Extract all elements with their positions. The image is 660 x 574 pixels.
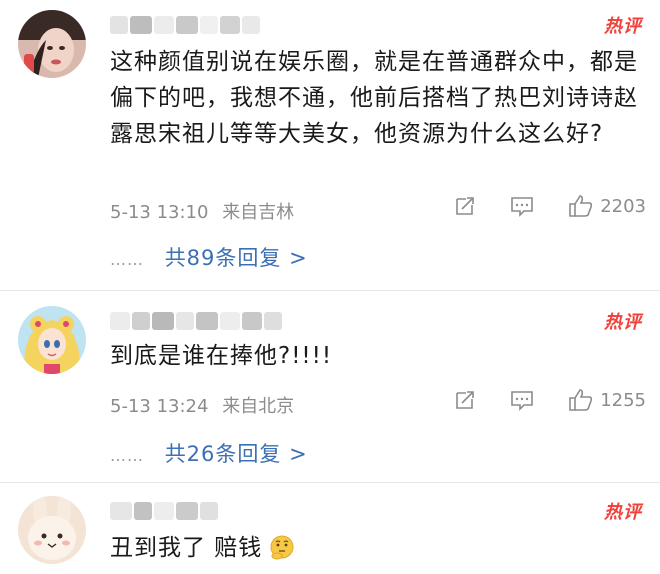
replies-link[interactable]: …… 共26条回复 > <box>110 438 308 468</box>
share-button[interactable] <box>454 389 476 411</box>
username-blurred[interactable] <box>110 14 260 36</box>
comment-item: 热评 丑到我了 赔钱 <box>0 484 660 574</box>
thumbs-up-icon <box>569 195 593 217</box>
comment-text: 这种颜值别说在娱乐圈，就是在普通群众中，都是偏下的吧，我想不通，他前后搭档了热巴… <box>110 49 638 147</box>
thumbs-up-icon <box>569 389 593 411</box>
comment-icon <box>511 391 533 411</box>
share-button[interactable] <box>454 195 476 217</box>
hot-comment-badge: 热评 <box>604 16 642 37</box>
comment-actions: 1255 <box>454 388 646 412</box>
comment-location: 来自吉林 <box>222 202 295 223</box>
replies-link[interactable]: …… 共89条回复 > <box>110 242 308 272</box>
divider <box>0 290 660 291</box>
comment-time: 5-13 13:24 <box>110 396 209 417</box>
comment-text: 丑到我了 赔钱 <box>110 530 640 566</box>
comment-meta: 5-13 13:24 来自北京 <box>110 392 294 418</box>
divider <box>0 482 660 483</box>
hot-comment-badge: 热评 <box>604 312 642 333</box>
thinking-emoji-icon <box>270 535 294 560</box>
comment-button[interactable] <box>510 389 534 411</box>
share-icon <box>456 391 474 409</box>
like-count: 1255 <box>600 389 646 411</box>
comment-time: 5-13 13:10 <box>110 202 209 223</box>
comment-item: 热评 这种颜值别说在娱乐圈，就是在普通群众中，都是偏下的吧，我想不通，他前后搭档… <box>0 0 660 282</box>
avatar[interactable] <box>18 10 86 78</box>
like-count: 2203 <box>600 195 646 217</box>
share-icon <box>456 197 474 215</box>
avatar[interactable] <box>18 306 86 374</box>
replies-count-link[interactable]: 共89条回复 > <box>165 246 308 270</box>
comment-icon <box>511 197 533 217</box>
replies-count-link[interactable]: 共26条回复 > <box>165 442 308 466</box>
comment-text: 到底是谁在捧他?!!!! <box>110 343 333 369</box>
comment-button[interactable] <box>510 195 534 217</box>
like-button[interactable]: 1255 <box>568 388 646 412</box>
hot-comment-badge: 热评 <box>604 502 642 523</box>
comment-item: 热评 到底是谁在捧他?!!!! 5-13 13:24 来自北京 1255 …… … <box>0 292 660 482</box>
replies-dots: …… <box>110 250 144 269</box>
avatar[interactable] <box>18 496 86 564</box>
replies-dots: …… <box>110 446 144 465</box>
username-blurred[interactable] <box>110 310 282 332</box>
comment-actions: 2203 <box>454 194 646 218</box>
comment-list: 热评 这种颜值别说在娱乐圈，就是在普通群众中，都是偏下的吧，我想不通，他前后搭档… <box>0 0 660 574</box>
comment-meta: 5-13 13:10 来自吉林 <box>110 198 294 224</box>
comment-location: 来自北京 <box>222 396 295 417</box>
comment-text-content: 丑到我了 赔钱 <box>110 535 263 561</box>
username-blurred[interactable] <box>110 500 218 522</box>
like-button[interactable]: 2203 <box>568 194 646 218</box>
